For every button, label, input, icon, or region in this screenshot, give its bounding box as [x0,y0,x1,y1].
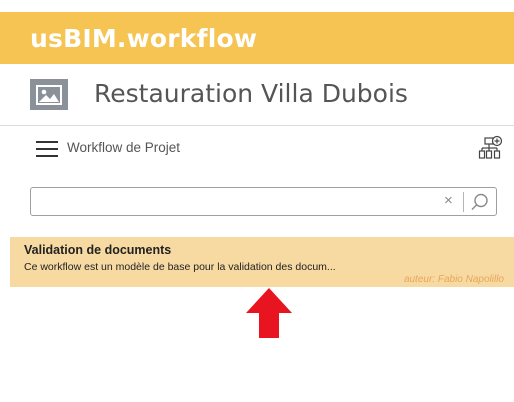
clear-icon[interactable]: × [444,193,453,209]
toolbar-label: Workflow de Projet [67,140,181,155]
project-name: Restauration Villa Dubois [94,79,408,108]
app-title: usBIM.workflow [30,23,258,53]
workflow-author: auteur: Fabio Napolillo [403,274,504,285]
project-bar: Restauration Villa Dubois [0,64,514,126]
search-box: × [30,187,497,216]
search-input[interactable] [37,191,441,213]
workflow-description: Ce workflow est un modèle de base pour l… [24,261,336,273]
image-icon [30,79,68,110]
add-hierarchy-icon[interactable] [478,135,504,161]
magnifier-icon[interactable] [469,192,491,212]
search-divider [463,192,464,212]
red-up-arrow-icon [244,286,294,340]
hamburger-menu-icon[interactable] [36,141,58,157]
workflow-card[interactable]: Validation de documents Ce workflow est … [10,237,514,287]
workflow-toolbar: Workflow de Projet [0,127,514,171]
app-header: usBIM.workflow [0,12,514,64]
workflow-title: Validation de documents [24,243,172,257]
